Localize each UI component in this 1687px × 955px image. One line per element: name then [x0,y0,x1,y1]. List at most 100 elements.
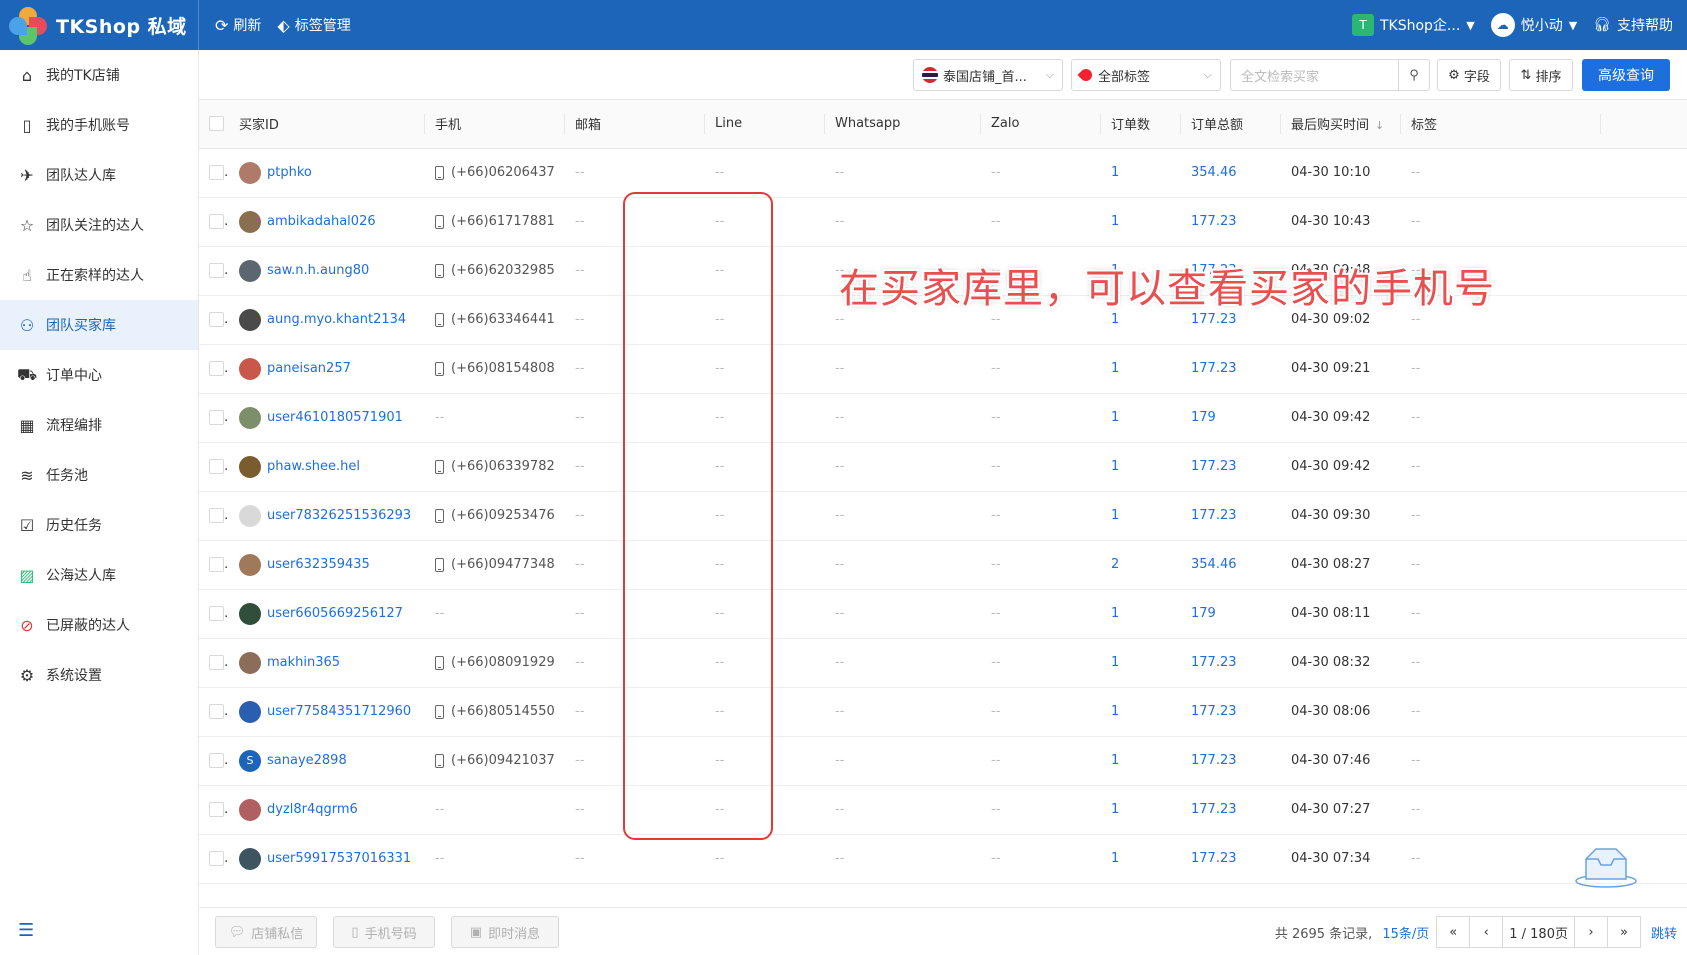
search-button[interactable]: ⚲ [1398,59,1430,91]
row-checkbox[interactable] [209,753,224,768]
sort-button[interactable]: ⇅ 排序 [1509,59,1573,91]
buyer-id-link[interactable]: phaw.shee.hel [267,459,360,474]
sidebar-item-gear[interactable]: ⚙ 系统设置 [0,650,198,700]
order-count-link[interactable]: 1 [1111,704,1119,719]
sidebar-item-block[interactable]: ⊘ 已屏蔽的达人 [0,600,198,650]
table-row[interactable]: ambikadahal026 (+66)617178810 -- -- -- -- 1 177… [199,197,1687,247]
sidebar-item-star[interactable]: ☆ 团队关注的达人 [0,200,198,250]
menu-collapse-icon[interactable]: ☰ [18,920,34,941]
phone[interactable]: (+66)620329852 [435,263,555,278]
order-count-link[interactable]: 1 [1111,606,1119,621]
row-checkbox[interactable] [209,606,224,621]
inbox-float-icon[interactable] [1574,845,1638,889]
first-page-button[interactable]: « [1436,916,1471,948]
page-size-select[interactable]: 15条/页 [1382,923,1429,942]
sidebar-item-image[interactable]: ▨ 公海达人库 [0,550,198,600]
buyer-id-link[interactable]: ambikadahal026 [267,214,376,229]
order-total-link[interactable]: 177.23 [1191,459,1237,474]
phone[interactable]: (+66)805145501 [435,704,555,719]
row-checkbox[interactable] [209,508,224,523]
table-row[interactable]: ptphko (+66)06206437... -- -- -- -- 1 354.46 04-… [199,148,1687,198]
order-count-link[interactable]: 1 [1111,655,1119,670]
order-total-link[interactable]: 354.46 [1191,165,1237,180]
sidebar-item-user[interactable]: ⚇ 团队买家库 [0,300,198,350]
table-row[interactable]: Ssanaye2898 (+66)09421037... -- -- -- -- 1 177.… [199,736,1687,786]
buyer-id-link[interactable]: paneisan257 [267,361,351,376]
phone[interactable]: (+66)06206437... [435,165,555,180]
buyer-id-link[interactable]: user6605669256127 [267,606,403,621]
order-count-link[interactable]: 1 [1111,361,1119,376]
order-count-link[interactable]: 1 [1111,802,1119,817]
order-total-link[interactable]: 177.23 [1191,361,1237,376]
sidebar-item-phone[interactable]: ▯ 我的手机账号 [0,100,198,150]
row-checkbox[interactable] [209,655,224,670]
sidebar-item-truck[interactable]: ⛟ 订单中心 [0,350,198,400]
table-row[interactable]: user4610180571901 -- -- -- -- -- 1 179 04-30 09:… [199,393,1687,443]
order-total-link[interactable]: 177.23 [1191,312,1237,327]
refresh-button[interactable]: ⟳ 刷新 [215,15,261,35]
order-total-link[interactable]: 177.23 [1191,704,1237,719]
row-checkbox[interactable] [209,557,224,572]
order-total-link[interactable]: 179 [1191,606,1216,621]
buyer-id-link[interactable]: dyzl8r4qgrm6 [267,802,358,817]
tag-manage-button[interactable]: ⬖ 标签管理 [277,15,350,35]
phone[interactable]: (+66)08091929... [435,655,555,670]
row-checkbox[interactable] [209,263,224,278]
next-page-button[interactable]: › [1573,916,1608,948]
order-total-link[interactable]: 177.23 [1191,655,1237,670]
team-switcher[interactable]: T TKShop企... ▼ [1351,14,1475,36]
phone[interactable]: (+66)633464416 [435,312,555,327]
row-checkbox[interactable] [209,312,224,327]
table-row[interactable]: phaw.shee.hel (+66)06339782... -- -- -- -- 1 17… [199,442,1687,492]
table-row[interactable]: user77584351712960 (+66)805145501 -- -- -- --… [199,687,1687,737]
order-count-link[interactable]: 1 [1111,459,1119,474]
row-checkbox[interactable] [209,165,224,180]
tag-select[interactable]: 全部标签 ⌵ [1071,59,1221,91]
sort-desc-icon[interactable]: ↓ [1375,119,1384,132]
instant-message-button[interactable]: ▣ 即时消息 [451,916,559,948]
order-count-link[interactable]: 1 [1111,312,1119,327]
table-row[interactable]: user59917537016331 -- -- -- -- -- 1 177.23 04-30… [199,834,1687,884]
fields-button[interactable]: ⚙ 字段 [1437,59,1501,91]
phone[interactable]: (+66)09477348... [435,557,555,572]
order-total-link[interactable]: 179 [1191,410,1216,425]
order-count-link[interactable]: 1 [1111,165,1119,180]
order-count-link[interactable]: 1 [1111,508,1119,523]
order-count-link[interactable]: 2 [1111,557,1119,572]
sidebar-item-layers[interactable]: ≋ 任务池 [0,450,198,500]
table-row[interactable]: paneisan257 (+66)08154808... -- -- -- -- 1 177.… [199,344,1687,394]
row-checkbox[interactable] [209,851,224,866]
row-checkbox[interactable] [209,410,224,425]
table-row[interactable]: user6605669256127 -- -- -- -- -- 1 179 04-30 08:… [199,589,1687,639]
phone-number-button[interactable]: ▯ 手机号码 [333,916,435,948]
order-total-link[interactable]: 177.23 [1191,214,1237,229]
search-input[interactable]: 全文检索买家 [1230,59,1398,91]
row-checkbox[interactable] [209,214,224,229]
buyer-id-link[interactable]: user59917537016331 [267,851,411,866]
prev-page-button[interactable]: ‹ [1469,916,1504,948]
row-checkbox[interactable] [209,802,224,817]
buyer-id-link[interactable]: ptphko [267,165,312,180]
phone[interactable]: (+66)09253476... [435,508,555,523]
order-total-link[interactable]: 177.23 [1191,508,1237,523]
order-count-link[interactable]: 1 [1111,214,1119,229]
sidebar-item-calendar[interactable]: ▦ 流程编排 [0,400,198,450]
sidebar-item-shop[interactable]: ⌂ 我的TK店铺 [0,50,198,100]
phone[interactable]: (+66)08154808... [435,361,555,376]
buyer-id-link[interactable]: makhin365 [267,655,340,670]
shop-message-button[interactable]: 💬︎ 店铺私信 [215,916,317,948]
row-checkbox[interactable] [209,704,224,719]
order-total-link[interactable]: 354.46 [1191,557,1237,572]
table-row[interactable]: makhin365 (+66)08091929... -- -- -- -- 1 177.23… [199,638,1687,688]
row-checkbox[interactable] [209,361,224,376]
row-checkbox[interactable] [209,459,224,474]
buyer-id-link[interactable]: sanaye2898 [267,753,347,768]
jump-button[interactable]: 跳转 [1651,923,1677,942]
sidebar-item-plane[interactable]: ✈ 团队达人库 [0,150,198,200]
order-total-link[interactable]: 177.23 [1191,753,1237,768]
buyer-id-link[interactable]: saw.n.h.aung80 [267,263,369,278]
order-count-link[interactable]: 1 [1111,753,1119,768]
sidebar-item-clipboard[interactable]: ☑ 历史任务 [0,500,198,550]
phone[interactable]: (+66)06339782... [435,459,555,474]
order-total-link[interactable]: 177.23 [1191,851,1237,866]
